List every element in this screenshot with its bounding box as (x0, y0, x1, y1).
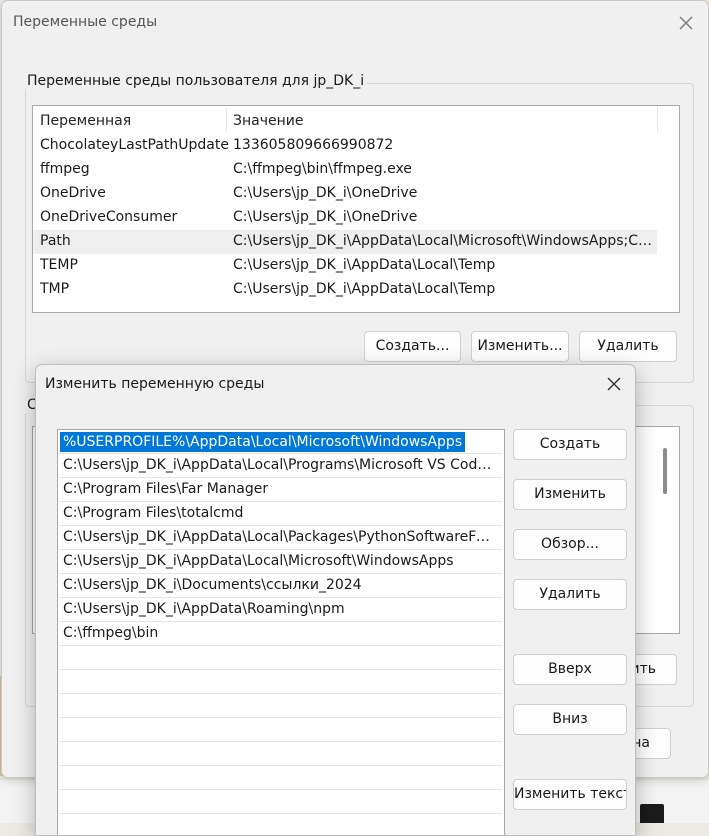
user-delete-button[interactable]: Удалить (579, 331, 677, 362)
table-row[interactable]: OneDrive C:\Users\jp_DK_i\OneDrive (33, 182, 657, 206)
path-text: C:\Users\jp_DK_i\AppData\Local\Microsoft… (63, 553, 454, 569)
table-row[interactable]: ffmpeg C:\ffmpeg\bin\ffmpeg.exe (33, 158, 657, 182)
row-value: C:\Users\jp_DK_i\AppData\Local\Microsoft… (233, 233, 653, 249)
list-item-empty[interactable] (58, 646, 502, 670)
table-row[interactable]: TEMP C:\Users\jp_DK_i\AppData\Local\Temp (33, 254, 657, 278)
path-text: %USERPROFILE%\AppData\Local\Microsoft\Wi… (60, 432, 466, 452)
user-vars-group-label: Переменные среды пользователя для jp_DK_… (24, 73, 368, 89)
edit-dialog-title: Изменить переменную среды (45, 376, 265, 392)
list-item-empty[interactable] (58, 814, 502, 835)
row-value: C:\Users\jp_DK_i\AppData\Local\Temp (233, 257, 496, 273)
row-name: OneDriveConsumer (40, 209, 178, 225)
path-text: C:\Users\jp_DK_i\Documents\ссылки_2024 (63, 577, 362, 593)
column-header-value[interactable]: Значение (233, 113, 303, 129)
list-item-selected[interactable]: %USERPROFILE%\AppData\Local\Microsoft\Wi… (58, 430, 502, 454)
table-row[interactable]: OneDriveConsumer C:\Users\jp_DK_i\OneDri… (33, 206, 657, 230)
table-row-selected[interactable]: Path C:\Users\jp_DK_i\AppData\Local\Micr… (33, 230, 657, 254)
row-name: OneDrive (40, 185, 106, 201)
list-item[interactable]: C:\Users\jp_DK_i\Documents\ссылки_2024 (58, 574, 502, 598)
row-name: TMP (40, 281, 70, 297)
create-path-button[interactable]: Создать (513, 429, 627, 460)
column-header-variable[interactable]: Переменная (40, 113, 131, 129)
row-name: ChocolateyLastPathUpdate (40, 137, 229, 153)
list-item[interactable]: C:\ffmpeg\bin (58, 622, 502, 646)
user-vars-list-header: Переменная Значение (33, 106, 679, 134)
taskbar-dark-element (640, 804, 664, 823)
close-icon[interactable] (603, 373, 625, 395)
edit-env-var-dialog: Изменить переменную среды %USERPROFILE%\… (35, 364, 636, 836)
list-item-empty[interactable] (58, 742, 502, 766)
close-icon[interactable] (675, 12, 697, 34)
user-create-button[interactable]: Создать... (364, 331, 461, 362)
path-text: C:\Users\jp_DK_i\AppData\Local\Packages\… (63, 529, 497, 545)
env-vars-titlebar: Переменные среды (2, 1, 708, 45)
row-value: 133605809666990872 (233, 137, 394, 153)
table-row[interactable]: ChocolateyLastPathUpdate 133605809666990… (33, 134, 657, 158)
path-text: C:\Users\jp_DK_i\AppData\Roaming\npm (63, 601, 345, 617)
list-item-empty[interactable] (58, 790, 502, 814)
env-vars-title: Переменные среды (13, 14, 158, 30)
list-item-empty[interactable] (58, 670, 502, 694)
row-value: C:\Users\jp_DK_i\AppData\Local\Temp (233, 281, 496, 297)
move-down-button[interactable]: Вниз (513, 704, 627, 735)
row-value: C:\ffmpeg\bin\ffmpeg.exe (233, 161, 412, 177)
table-row[interactable]: TMP C:\Users\jp_DK_i\AppData\Local\Temp (33, 278, 657, 302)
move-up-button[interactable]: Вверх (513, 654, 627, 685)
list-item[interactable]: C:\Users\jp_DK_i\AppData\Local\Packages\… (58, 526, 502, 550)
path-text: C:\ffmpeg\bin (63, 625, 159, 641)
list-item[interactable]: C:\Users\jp_DK_i\AppData\Roaming\npm (58, 598, 502, 622)
column-separator[interactable] (226, 108, 227, 132)
row-name: Path (40, 233, 71, 249)
browse-button[interactable]: Обзор... (513, 529, 627, 560)
user-vars-list[interactable]: Переменная Значение ChocolateyLastPathUp… (32, 105, 680, 313)
list-item[interactable]: C:\Program Files\Far Manager (58, 478, 502, 502)
list-item[interactable]: C:\Users\jp_DK_i\AppData\Local\Programs\… (58, 454, 502, 478)
list-item-empty[interactable] (58, 766, 502, 790)
system-vars-scrollbar[interactable] (663, 448, 667, 494)
row-name: TEMP (40, 257, 78, 273)
row-value: C:\Users\jp_DK_i\OneDrive (233, 209, 418, 225)
path-list[interactable]: %USERPROFILE%\AppData\Local\Microsoft\Wi… (57, 429, 505, 835)
column-separator[interactable] (657, 108, 658, 132)
path-text: C:\Program Files\totalcmd (63, 505, 244, 521)
delete-path-button[interactable]: Удалить (513, 579, 627, 610)
list-item[interactable]: C:\Program Files\totalcmd (58, 502, 502, 526)
user-edit-button[interactable]: Изменить... (471, 331, 569, 362)
row-value: C:\Users\jp_DK_i\OneDrive (233, 185, 418, 201)
path-text: C:\Program Files\Far Manager (63, 481, 269, 497)
edit-path-button[interactable]: Изменить (513, 479, 627, 510)
list-item-empty[interactable] (58, 718, 502, 742)
list-item-empty[interactable] (58, 694, 502, 718)
path-text: C:\Users\jp_DK_i\AppData\Local\Programs\… (63, 457, 497, 473)
edit-text-button[interactable]: Изменить текст... (513, 779, 627, 810)
list-item[interactable]: C:\Users\jp_DK_i\AppData\Local\Microsoft… (58, 550, 502, 574)
row-name: ffmpeg (40, 161, 90, 177)
